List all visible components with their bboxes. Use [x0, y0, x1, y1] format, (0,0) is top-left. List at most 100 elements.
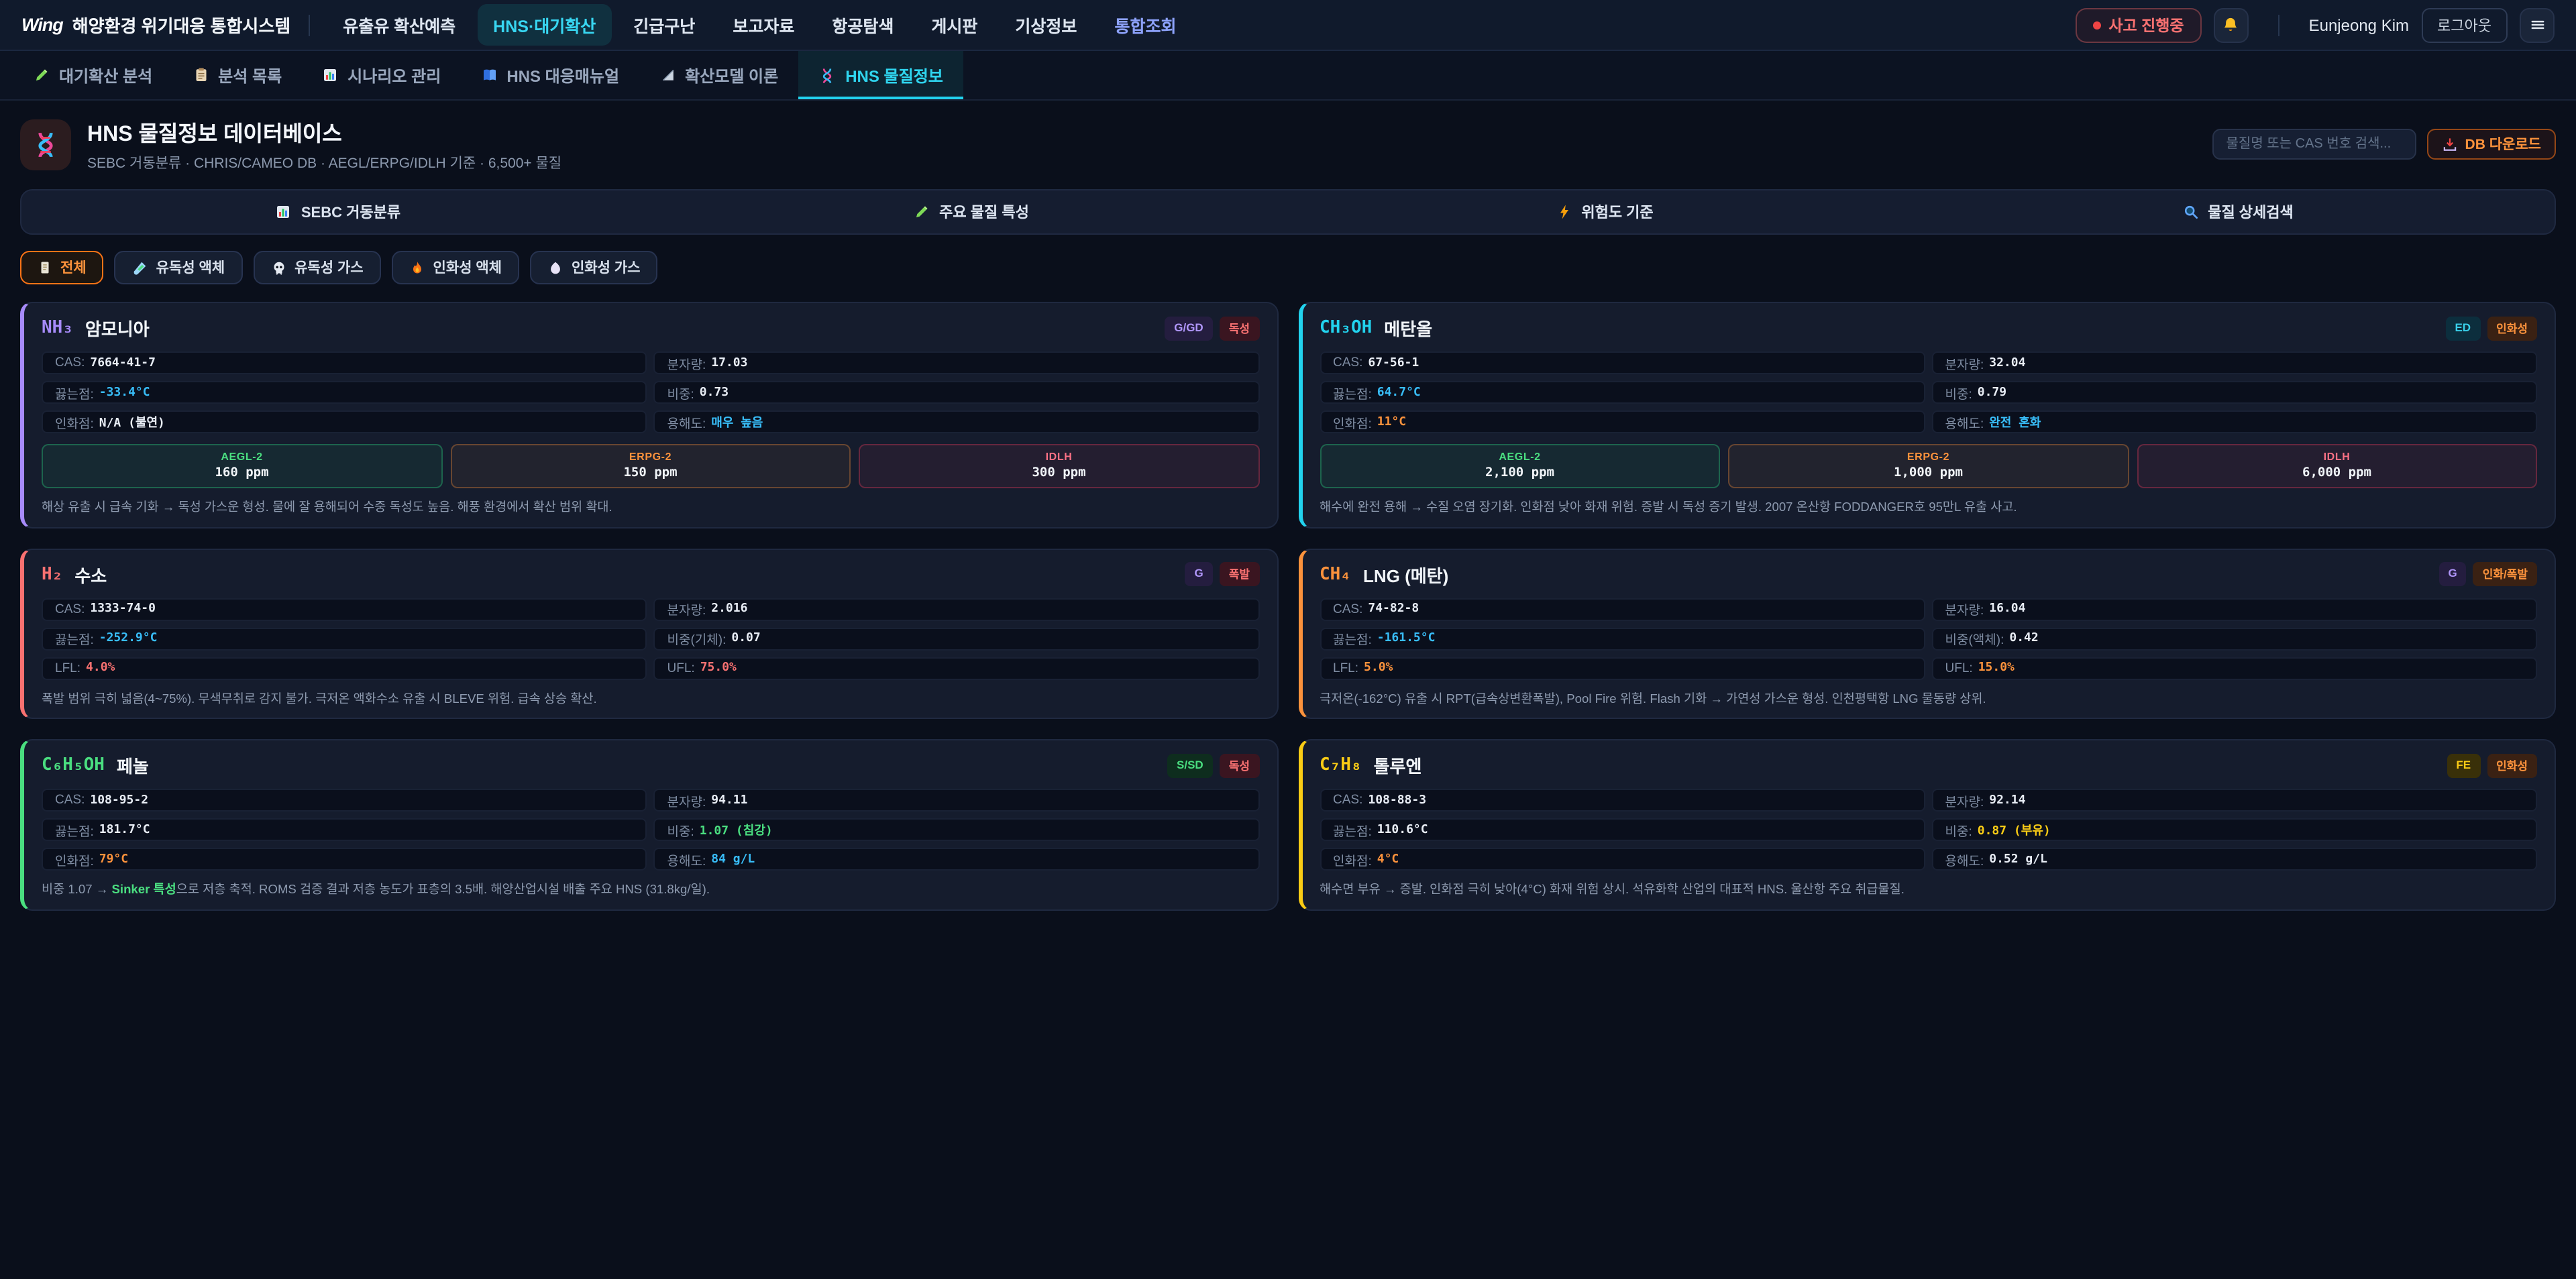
property-field: CAS:108-88-3 [1320, 789, 1925, 812]
filter-pill[interactable]: 인화성 액체 [392, 251, 519, 284]
property-value: 0.87 (부유) [1978, 821, 2051, 838]
card-note: 해상 유출 시 급속 기화 → 독성 가스운 형성. 물에 잘 용해되어 수중 … [42, 499, 1259, 516]
threshold-grid: AEGL-22,100 ppmERPG-21,000 ppmIDLH6,000 … [1320, 444, 2537, 488]
substance-card: NH₃ 암모니아 G/GD독성 CAS:7664-41-7분자량:17.03끓는… [20, 302, 1278, 528]
property-field: 인화점:4°C [1320, 848, 1925, 871]
incident-label: 사고 진행중 [2108, 14, 2184, 36]
property-grid: CAS:108-95-2분자량:94.11끓는점:181.7°C비중:1.07 … [42, 789, 1259, 871]
card-note: 극저온(-162°C) 유출 시 RPT(급속상변환폭발), Pool Fire… [1320, 690, 2537, 707]
user-name: Eunjeong Kim [2309, 15, 2409, 34]
tab-item[interactable]: 시나리오 관리 [302, 51, 461, 99]
topnav-menu: 유출유 확산예측HNS·대기확산긴급구난보고자료항공탐색게시판기상정보통합조회 [327, 4, 1192, 46]
property-field: 끓는점:-33.4°C [42, 381, 647, 404]
property-label: CAS: [55, 355, 85, 370]
substance-card: CH₄ LNG (메탄) G인화/폭발 CAS:74-82-8분자량:16.04… [1298, 548, 2556, 719]
filter-pill[interactable]: 유독성 가스 [253, 251, 380, 284]
property-grid: CAS:67-56-1분자량:32.04끓는점:64.7°C비중:0.79인화점… [1320, 351, 2537, 433]
property-value: 0.07 [731, 632, 760, 645]
filter-pill-label: 전체 [60, 258, 87, 278]
card-badge: 독성 [1220, 753, 1259, 777]
incident-dot-icon [2092, 21, 2100, 29]
property-value: 79°C [99, 852, 128, 866]
menu-button[interactable] [2520, 7, 2555, 42]
card-note: 해수에 완전 용해 → 수질 오염 장기화. 인화점 낮아 화재 위험. 증발 … [1320, 499, 2537, 516]
section-nav-label: 위험도 기준 [1581, 201, 1653, 223]
section-nav: SEBC 거동분류주요 물질 특성 위험도 기준 물질 상세검색 [20, 189, 2556, 235]
filter-pill-label: 인화성 가스 [572, 258, 640, 278]
property-field: CAS:108-95-2 [42, 789, 647, 812]
section-nav-item[interactable]: 물질 상세검색 [1921, 190, 2555, 233]
property-label: 비중: [667, 383, 694, 402]
app-logo: Wing 해양환경 위기대응 통합시스템 [21, 12, 290, 38]
card-note: 폭발 범위 극히 넓음(4~75%). 무색무취로 감지 불가. 극저온 액화수… [42, 690, 1259, 707]
nav-item[interactable]: HNS·대기확산 [477, 4, 612, 46]
property-field: 용해도:84 g/L [654, 848, 1260, 871]
notifications-button[interactable] [2214, 7, 2249, 42]
property-label: 분자량: [1945, 600, 1984, 618]
threshold-label: IDLH [860, 451, 1258, 463]
card-badge: G [2438, 562, 2466, 586]
property-grid: CAS:74-82-8분자량:16.04끓는점:-161.5°C비중(액체):0… [1320, 598, 2537, 679]
puff-icon [547, 260, 564, 276]
threshold-label: ERPG-2 [451, 451, 849, 463]
threshold-value: 1,000 ppm [1729, 465, 2127, 480]
property-field: 분자량:94.11 [654, 789, 1260, 812]
section-nav-item[interactable]: 주요 물질 특성 [655, 190, 1288, 233]
property-field: 인화점:11°C [1320, 410, 1925, 433]
logout-button[interactable]: 로그아웃 [2421, 7, 2508, 42]
property-value: 17.03 [711, 356, 747, 370]
dna-icon [20, 119, 71, 170]
property-field: UFL:15.0% [1932, 657, 2538, 679]
card-header: NH₃ 암모니아 G/GD독성 [42, 315, 1259, 341]
nav-item[interactable]: 게시판 [915, 4, 994, 46]
section-nav-item[interactable]: 위험도 기준 [1288, 190, 1921, 233]
chemical-formula: C₇H₈ [1320, 755, 1362, 775]
property-label: LFL: [1333, 661, 1358, 675]
filter-pill[interactable]: 유독성 액체 [115, 251, 242, 284]
nav-item[interactable]: 보고자료 [716, 4, 810, 46]
nav-item[interactable]: 유출유 확산예측 [327, 4, 472, 46]
property-label: 분자량: [667, 353, 706, 372]
property-field: LFL:5.0% [1320, 657, 1925, 679]
app-title: 해양환경 위기대응 통합시스템 [72, 12, 290, 38]
badge-group: G인화/폭발 [2438, 562, 2537, 586]
property-field: CAS:1333-74-0 [42, 598, 647, 620]
property-label: 분자량: [1945, 353, 1984, 372]
card-badge: G/GD [1165, 316, 1212, 340]
tab-item[interactable]: 분석 목록 [172, 51, 302, 99]
property-field: 분자량:32.04 [1932, 351, 2538, 374]
nav-item[interactable]: 통합조회 [1098, 4, 1192, 46]
tab-item[interactable]: 확산모델 이론 [639, 51, 798, 99]
property-value: 4°C [1377, 852, 1399, 866]
tab-item[interactable]: HNS 대응매뉴얼 [461, 51, 639, 99]
tab-item[interactable]: HNS 물질정보 [798, 51, 963, 99]
bell-icon [2222, 16, 2240, 34]
filter-pill[interactable]: 전체 [20, 251, 104, 284]
threshold-value: 300 ppm [860, 465, 1258, 480]
property-field: 끓는점:-161.5°C [1320, 627, 1925, 650]
property-field: 인화점:N/A (불연) [42, 410, 647, 433]
property-field: LFL:4.0% [42, 657, 647, 679]
property-field: 인화점:79°C [42, 848, 647, 871]
property-label: 비중: [1945, 820, 1972, 839]
pen-icon [914, 204, 930, 220]
nav-item[interactable]: 긴급구난 [617, 4, 711, 46]
divider [2278, 14, 2279, 36]
nav-item[interactable]: 기상정보 [999, 4, 1093, 46]
card-header: H₂ 수소 G폭발 [42, 561, 1259, 587]
nav-item[interactable]: 항공탐색 [816, 4, 910, 46]
property-field: 분자량:92.14 [1932, 789, 2538, 812]
filter-pill-label: 인화성 액체 [433, 258, 502, 278]
property-label: CAS: [55, 793, 85, 808]
property-grid: CAS:7664-41-7분자량:17.03끓는점:-33.4°C비중:0.73… [42, 351, 1259, 433]
db-download-button[interactable]: DB 다운로드 [2428, 129, 2556, 160]
property-value: 110.6°C [1377, 823, 1428, 836]
threshold-label: IDLH [2138, 451, 2536, 463]
filter-pill[interactable]: 인화성 가스 [530, 251, 657, 284]
header-actions: DB 다운로드 [2213, 129, 2556, 160]
chart-icon [276, 204, 292, 220]
card-badge: 폭발 [1220, 562, 1259, 586]
search-input[interactable] [2213, 129, 2417, 160]
section-nav-item[interactable]: SEBC 거동분류 [21, 190, 655, 233]
tab-item[interactable]: 대기확산 분석 [13, 51, 172, 99]
